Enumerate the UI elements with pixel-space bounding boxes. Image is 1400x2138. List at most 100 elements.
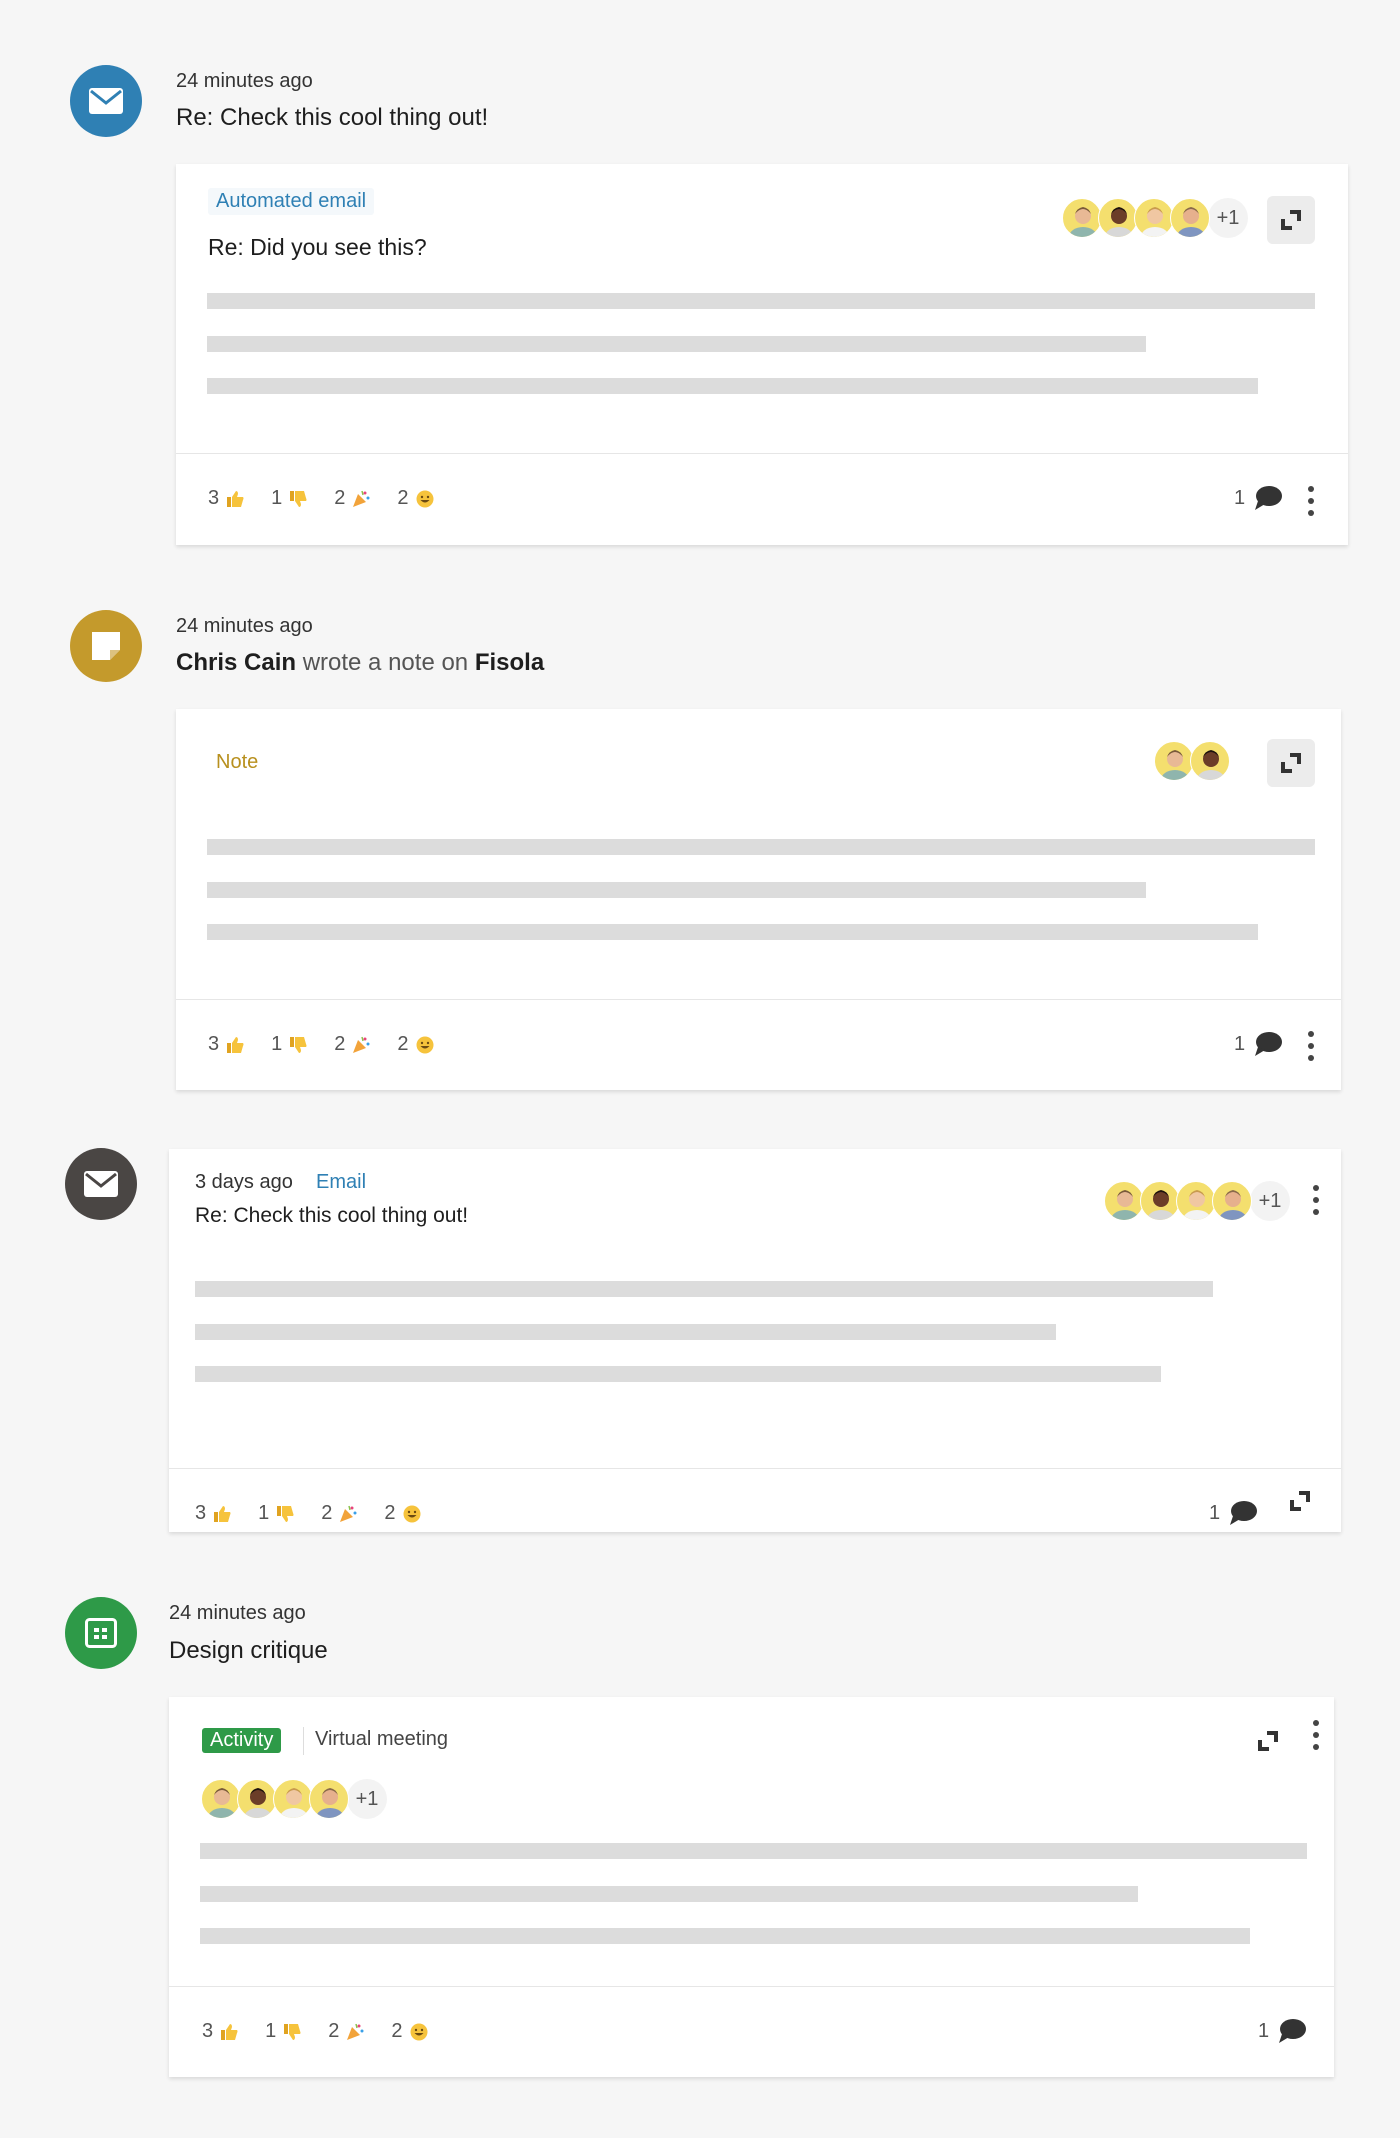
reaction-party-popper[interactable]: 2 — [334, 1033, 371, 1056]
avatar[interactable] — [1190, 741, 1230, 781]
reactions-bar: 3 1 2 2 — [208, 1033, 435, 1056]
speech-bubble-icon — [1253, 485, 1283, 511]
comments-button[interactable]: 1 — [1234, 1031, 1283, 1057]
reaction-thumbs-down[interactable]: 1 — [265, 2020, 302, 2043]
expand-button[interactable] — [1267, 739, 1315, 787]
reactions-bar: 3 1 2 2 — [195, 1502, 422, 1525]
expand-icon — [1281, 753, 1301, 773]
skeleton-line — [207, 335, 1146, 352]
card-subtitle: Re: Did you see this? — [208, 234, 427, 260]
more-options-button[interactable] — [1306, 486, 1316, 516]
feed-item-type-icon — [65, 1148, 137, 1220]
card-divider — [176, 453, 1348, 454]
reaction-thumbs-up[interactable]: 3 — [202, 2020, 239, 2043]
reaction-count: 2 — [397, 1033, 409, 1055]
feed-item-type-icon — [65, 1597, 137, 1669]
avatar[interactable] — [1098, 198, 1138, 238]
comment-count: 1 — [1234, 1032, 1246, 1055]
reaction-thumbs-down[interactable]: 1 — [271, 487, 308, 510]
reaction-thumbs-down[interactable]: 1 — [258, 1502, 295, 1525]
party-popper-icon — [351, 489, 371, 509]
skeleton-line — [200, 1885, 1138, 1902]
card-tag: Email — [316, 1171, 367, 1193]
expand-button[interactable] — [1276, 1477, 1324, 1525]
more-options-button[interactable] — [1306, 1031, 1316, 1061]
thumbs-up-icon — [212, 1504, 232, 1524]
envelope-icon — [84, 1171, 118, 1197]
more-participants-count: +1 — [347, 1779, 387, 1819]
participant-avatars[interactable]: +1 — [1062, 198, 1248, 238]
speech-bubble-icon — [1228, 1500, 1258, 1526]
avatar[interactable] — [273, 1779, 313, 1819]
avatar[interactable] — [1170, 198, 1210, 238]
avatar[interactable] — [237, 1779, 277, 1819]
avatar[interactable] — [1104, 1181, 1144, 1221]
avatar[interactable] — [1140, 1181, 1180, 1221]
reaction-count: 1 — [271, 1033, 283, 1055]
target-link[interactable]: Fisola — [475, 649, 544, 676]
timestamp: 24 minutes ago — [169, 1602, 306, 1624]
comments-button[interactable]: 1 — [1209, 1500, 1258, 1526]
reaction-party-popper[interactable]: 2 — [328, 2020, 365, 2043]
reaction-thumbs-up[interactable]: 3 — [208, 1033, 245, 1056]
participant-avatars[interactable]: +1 — [1104, 1181, 1290, 1221]
participant-avatars[interactable]: +1 — [201, 1779, 387, 1819]
avatar[interactable] — [1154, 741, 1194, 781]
grinning-face-icon — [409, 2022, 429, 2042]
reaction-thumbs-up[interactable]: 3 — [208, 487, 245, 510]
feed-item-type-icon — [70, 610, 142, 682]
avatar[interactable] — [1212, 1181, 1252, 1221]
comment-count: 1 — [1209, 1501, 1221, 1524]
reaction-grinning-face[interactable]: 2 — [391, 2020, 428, 2043]
reaction-grinning-face[interactable]: 2 — [384, 1502, 421, 1525]
reaction-count: 3 — [195, 1502, 207, 1524]
feed-item-title: Chris Cain wrote a note on Fisola — [176, 649, 544, 677]
reaction-count: 2 — [384, 1502, 396, 1524]
reaction-count: 1 — [258, 1502, 270, 1524]
reaction-party-popper[interactable]: 2 — [321, 1502, 358, 1525]
skeleton-line — [200, 1843, 1307, 1859]
expand-button[interactable] — [1267, 196, 1315, 244]
note-icon — [92, 632, 120, 660]
card-divider — [169, 1468, 1341, 1469]
comments-button[interactable]: 1 — [1234, 485, 1283, 511]
card-tag: Note — [216, 751, 259, 773]
reaction-count: 2 — [321, 1502, 333, 1524]
more-options-button[interactable] — [1311, 1185, 1321, 1215]
party-popper-icon — [345, 2022, 365, 2042]
reactions-bar: 3 1 2 2 — [202, 2020, 429, 2043]
skeleton-line — [195, 1281, 1213, 1297]
reaction-party-popper[interactable]: 2 — [334, 487, 371, 510]
expand-icon — [1281, 210, 1301, 230]
comments-button[interactable]: 1 — [1258, 2018, 1307, 2044]
participant-avatars[interactable] — [1154, 741, 1230, 781]
skeleton-line — [195, 1323, 1056, 1340]
feed-item-title: Re: Check this cool thing out! — [176, 104, 489, 131]
timestamp: 24 minutes ago — [176, 70, 313, 92]
feed-card: Activity Virtual meeting +1 3 1 2 2 1 — [169, 1697, 1334, 2077]
card-divider — [176, 999, 1341, 1000]
skeleton-line — [207, 378, 1258, 394]
grinning-face-icon — [415, 1035, 435, 1055]
reaction-count: 1 — [271, 487, 283, 509]
skeleton-line — [195, 1366, 1161, 1382]
skeleton-line — [207, 839, 1315, 855]
reaction-grinning-face[interactable]: 2 — [397, 487, 434, 510]
avatar[interactable] — [1134, 198, 1174, 238]
author-link[interactable]: Chris Cain — [176, 649, 296, 676]
feed-card: Note 3 1 2 2 1 — [176, 709, 1341, 1090]
avatar[interactable] — [1062, 198, 1102, 238]
more-options-button[interactable] — [1311, 1720, 1321, 1750]
avatar[interactable] — [1176, 1181, 1216, 1221]
reaction-thumbs-up[interactable]: 3 — [195, 1502, 232, 1525]
reaction-grinning-face[interactable]: 2 — [397, 1033, 434, 1056]
meeting-type: Virtual meeting — [315, 1728, 449, 1750]
feed-item-title: Design critique — [169, 1637, 328, 1664]
reaction-count: 3 — [202, 2020, 214, 2042]
expand-button[interactable] — [1244, 1717, 1292, 1765]
comment-count: 1 — [1258, 2019, 1270, 2042]
avatar[interactable] — [201, 1779, 241, 1819]
reaction-thumbs-down[interactable]: 1 — [271, 1033, 308, 1056]
calendar-icon — [85, 1618, 117, 1648]
avatar[interactable] — [309, 1779, 349, 1819]
